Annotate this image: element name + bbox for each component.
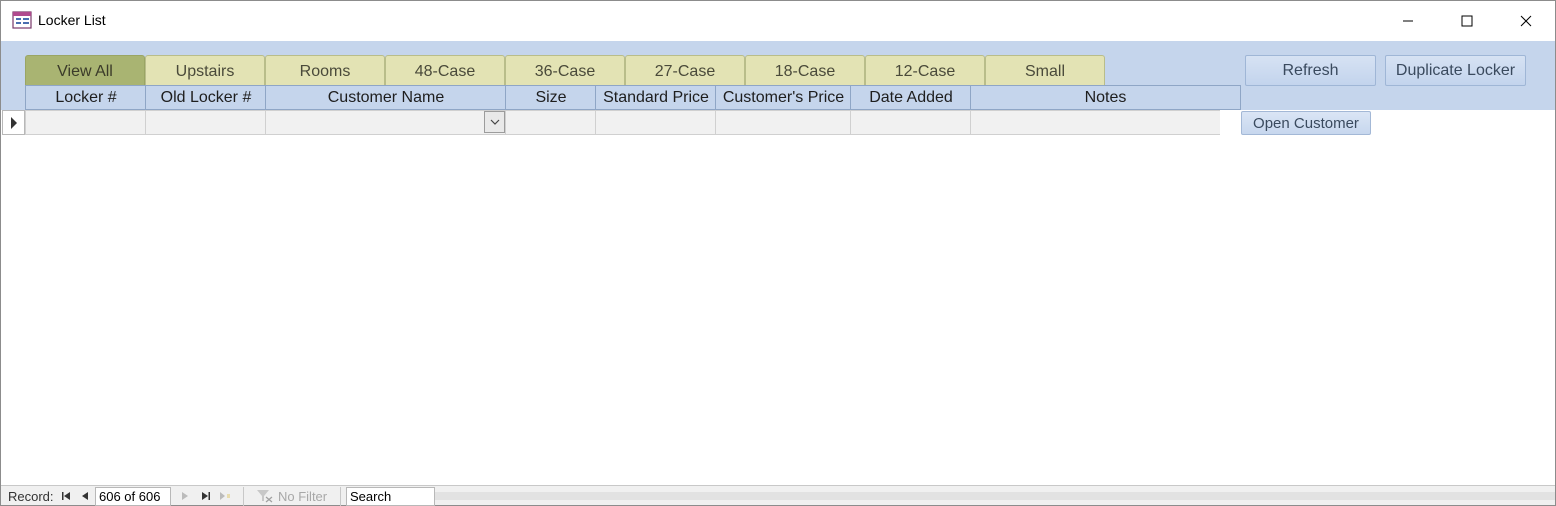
record-selector[interactable] [2,110,25,135]
no-filter-label: No Filter [278,489,328,504]
customer-name-combo[interactable] [265,110,506,135]
filter-toggle-button[interactable] [256,489,274,503]
first-record-icon [62,492,70,500]
close-button[interactable] [1497,1,1555,41]
column-header-customer-name[interactable]: Customer Name [265,85,506,110]
column-header-locker[interactable]: Locker # [25,85,146,110]
tab-small[interactable]: Small [985,55,1105,85]
customer-name-dropdown-button[interactable] [484,111,505,133]
refresh-button[interactable]: Refresh [1245,55,1376,86]
prev-record-icon [82,492,88,500]
column-header-size[interactable]: Size [505,85,596,110]
record-navigation-bar: Record: 606 of 606 No Filter Search [1,485,1555,506]
new-record-button[interactable] [219,489,231,503]
window-title: Locker List [38,12,106,28]
record-label: Record: [8,489,54,504]
title-bar: Locker List [1,1,1555,41]
tab-view-all[interactable]: View All [25,55,145,85]
tab-upstairs[interactable]: Upstairs [145,55,265,85]
maximize-button[interactable] [1438,1,1496,41]
column-header-notes[interactable]: Notes [970,85,1241,110]
next-record-button[interactable] [179,489,191,503]
locker-list-window: Locker List View All Upstairs Rooms 48-C… [0,0,1556,506]
tab-18-case[interactable]: 18-Case [745,55,865,85]
minimize-button[interactable] [1379,1,1437,41]
standard-price-cell[interactable] [595,110,716,135]
locker-cell[interactable] [25,110,146,135]
filter-off-icon [257,490,273,503]
column-header-customers-price[interactable]: Customer's Price [715,85,851,110]
nav-divider [243,487,244,506]
minimize-icon [1403,20,1413,22]
customers-price-cell[interactable] [715,110,851,135]
app-form-icon [12,11,32,29]
notes-cell[interactable] [970,110,1220,135]
maximize-icon [1461,15,1473,27]
new-record-icon [220,492,230,500]
table-row: Open Customer [1,110,1555,136]
first-record-button[interactable] [60,489,72,503]
horizontal-scrollbar[interactable] [435,492,1555,500]
open-customer-button[interactable]: Open Customer [1241,111,1371,135]
tab-rooms[interactable]: Rooms [265,55,385,85]
last-record-icon [202,492,210,500]
nav-divider [340,487,341,506]
old-locker-cell[interactable] [145,110,266,135]
current-record-field[interactable]: 606 of 606 [95,487,171,506]
chevron-down-icon [490,119,499,125]
tab-27-case[interactable]: 27-Case [625,55,745,85]
tab-48-case[interactable]: 48-Case [385,55,505,85]
duplicate-locker-button[interactable]: Duplicate Locker [1385,55,1526,86]
current-record-icon [11,117,17,129]
form-header: View All Upstairs Rooms 48-Case 36-Case … [1,41,1555,110]
next-record-icon [182,492,188,500]
previous-record-button[interactable] [79,489,91,503]
column-header-standard-price[interactable]: Standard Price [595,85,716,110]
close-icon [1520,15,1532,27]
tab-12-case[interactable]: 12-Case [865,55,985,85]
date-added-cell[interactable] [850,110,971,135]
last-record-button[interactable] [200,489,212,503]
search-input[interactable]: Search [346,487,435,506]
tab-36-case[interactable]: 36-Case [505,55,625,85]
column-header-old-locker[interactable]: Old Locker # [145,85,266,110]
size-cell[interactable] [505,110,596,135]
column-header-date-added[interactable]: Date Added [850,85,971,110]
